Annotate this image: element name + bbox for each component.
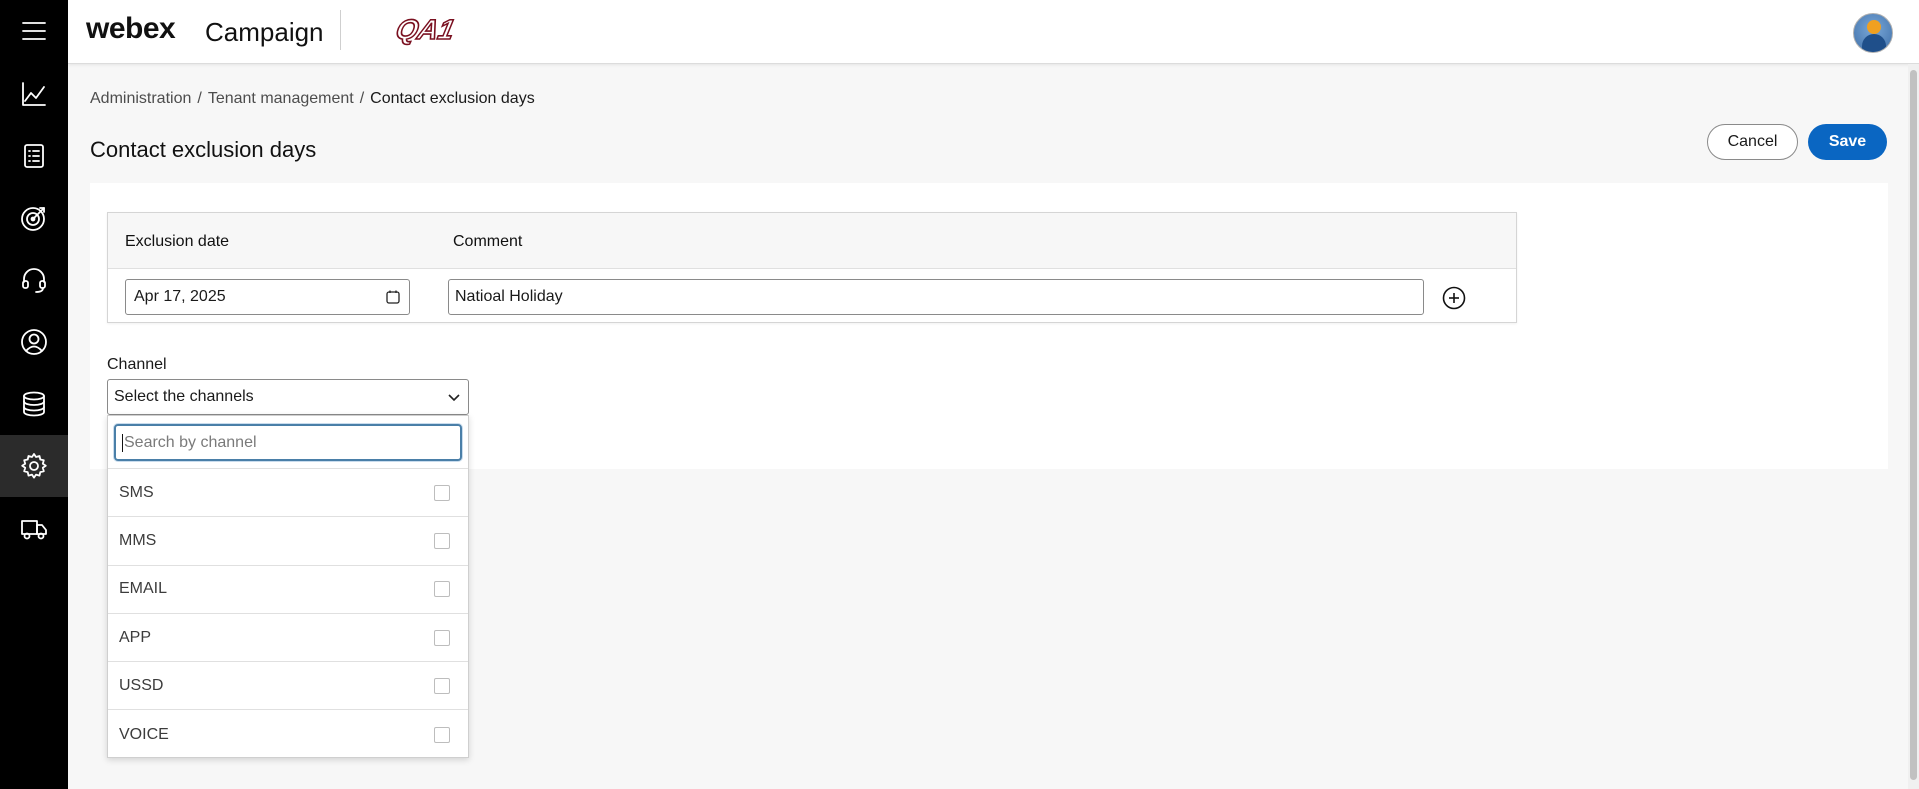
exclusion-date-value: Apr 17, 2025 <box>134 288 226 305</box>
exclusion-date-field[interactable]: Apr 17, 2025 <box>125 279 410 315</box>
sidebar-item-administration[interactable] <box>0 435 68 497</box>
product-name: Campaign <box>205 17 324 47</box>
sidebar-item-support[interactable] <box>0 249 68 311</box>
sidebar-item-campaigns[interactable] <box>0 187 68 249</box>
brand-logo: webex <box>86 12 176 45</box>
channel-checkbox[interactable] <box>434 484 450 501</box>
menu-button[interactable] <box>0 0 68 62</box>
channel-option-email[interactable]: EMAIL <box>108 566 468 614</box>
breadcrumb-separator: / <box>359 90 365 107</box>
sidebar-item-analytics[interactable] <box>0 63 68 125</box>
channel-option-label: USSD <box>119 676 164 694</box>
headset-icon <box>22 268 46 293</box>
channel-option-label: SMS <box>119 483 154 501</box>
avatar[interactable] <box>1853 13 1893 53</box>
channel-select[interactable]: Select the channels <box>107 379 469 415</box>
sidebar-item-lists[interactable] <box>0 125 68 187</box>
channel-checkbox[interactable] <box>434 726 450 743</box>
channel-option-mms[interactable]: MMS <box>108 517 468 566</box>
comment-field[interactable]: Natioal Holiday <box>448 279 1424 315</box>
column-header-exclusion-date: Exclusion date <box>125 233 230 250</box>
top-bar: webex Campaign QA1 <box>68 0 1919 64</box>
svg-text:QA1: QA1 <box>393 13 457 45</box>
chevron-down-icon <box>448 394 460 402</box>
add-row-icon[interactable] <box>1442 286 1466 310</box>
column-header-comment: Comment <box>453 233 523 250</box>
comment-value: Natioal Holiday <box>455 288 563 305</box>
avatar-head <box>1867 20 1881 34</box>
channel-option-ussd[interactable]: USSD <box>108 662 468 711</box>
cancel-button[interactable]: Cancel <box>1707 124 1798 160</box>
exclusion-table: Exclusion date Comment Apr 17, 2025 Nati… <box>107 212 1517 323</box>
sidebar-item-data[interactable] <box>0 373 68 435</box>
breadcrumb-administration[interactable]: Administration <box>90 90 191 107</box>
breadcrumb-current: Contact exclusion days <box>370 90 535 107</box>
channel-checkbox[interactable] <box>434 532 450 549</box>
channel-option-sms[interactable]: SMS <box>108 469 468 518</box>
channel-option-voice[interactable]: VOICE <box>108 710 468 758</box>
tenant-logo: QA1 <box>392 12 458 45</box>
calendar-icon[interactable] <box>385 289 401 305</box>
channel-options-list: SMS MMS EMAIL APP USSD VOICE <box>108 468 468 759</box>
analytics-icon <box>22 82 46 106</box>
breadcrumb-separator: / <box>197 90 202 107</box>
campaign-target-icon <box>21 207 45 231</box>
database-icon <box>23 391 45 417</box>
channel-option-app[interactable]: APP <box>108 614 468 663</box>
sidebar-nav <box>0 0 68 789</box>
page-scrollbar[interactable] <box>1908 64 1919 789</box>
menu-icon <box>22 22 46 40</box>
channel-search-input[interactable]: Search by channel <box>114 424 462 461</box>
channel-checkbox[interactable] <box>434 629 450 646</box>
save-button[interactable]: Save <box>1808 124 1887 160</box>
channel-select-placeholder: Select the channels <box>114 388 254 405</box>
channel-checkbox[interactable] <box>434 581 450 598</box>
channel-checkbox[interactable] <box>434 677 450 694</box>
sidebar-item-delivery[interactable] <box>0 497 68 559</box>
sidebar-item-users[interactable] <box>0 311 68 373</box>
breadcrumb-tenant-management[interactable]: Tenant management <box>208 90 354 107</box>
truck-icon <box>21 520 47 540</box>
channel-dropdown: Search by channel SMS MMS EMAIL APP USSD… <box>107 415 469 758</box>
channel-search-placeholder: Search by channel <box>124 433 257 451</box>
user-icon <box>21 329 47 355</box>
channel-option-label: APP <box>119 628 152 646</box>
breadcrumb: Administration / Tenant management / Contact… <box>90 90 535 108</box>
avatar-body <box>1862 34 1886 52</box>
text-caret <box>122 433 123 452</box>
scrollbar-thumb[interactable] <box>1910 70 1917 780</box>
lists-icon <box>24 144 44 168</box>
channel-option-label: VOICE <box>119 725 169 743</box>
channel-label: Channel <box>107 356 167 373</box>
header-divider <box>340 10 341 50</box>
table-header: Exclusion date Comment <box>108 213 1516 269</box>
page-title: Contact exclusion days <box>90 137 317 162</box>
channel-option-label: MMS <box>119 531 157 549</box>
gear-icon <box>21 453 47 479</box>
channel-option-label: EMAIL <box>119 580 168 598</box>
